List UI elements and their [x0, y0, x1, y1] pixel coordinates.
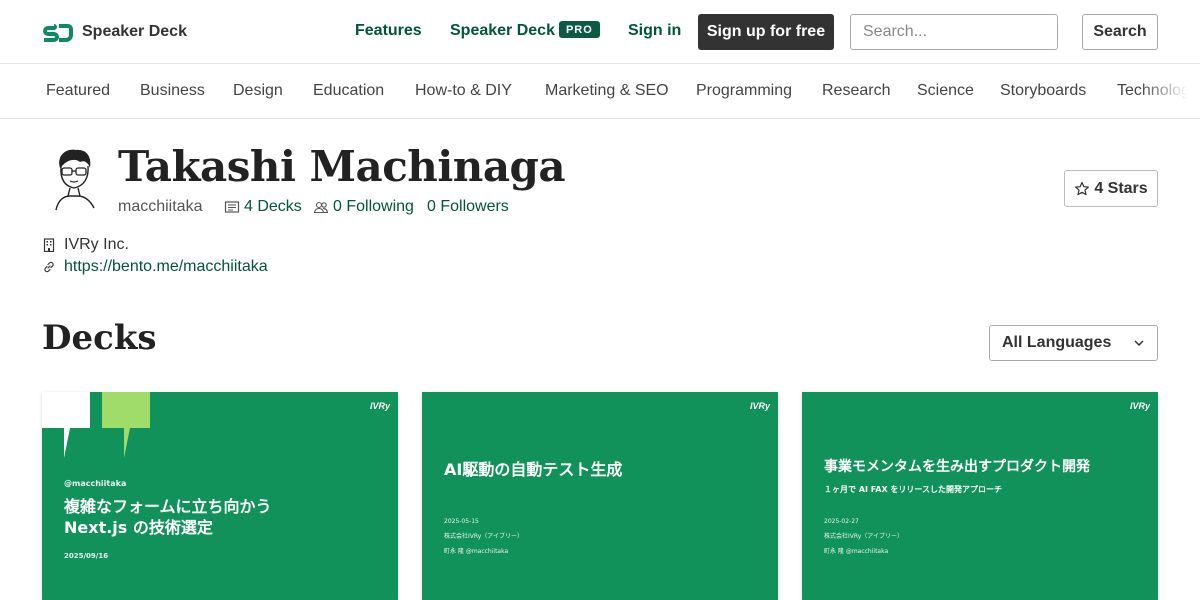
category-programming[interactable]: Programming: [696, 82, 792, 100]
website-link[interactable]: https://bento.me/macchiitaka: [64, 258, 268, 276]
people-icon: [313, 201, 329, 214]
card-author: 町永 隆 @macchiitaka: [444, 548, 509, 555]
category-education[interactable]: Education: [313, 82, 384, 100]
following-link[interactable]: 0 Following: [313, 198, 414, 216]
stars-count: 4 Stars: [1094, 179, 1148, 197]
profile-name: Takashi Machinaga: [118, 142, 566, 191]
category-bar: Featured Business Design Education How-t…: [0, 65, 1200, 119]
category-how-to-diy[interactable]: How-to & DIY: [415, 82, 512, 100]
decks-count-link[interactable]: 4 Decks: [224, 198, 302, 216]
card-brand-logo: IVRy: [369, 401, 390, 411]
following-count: 0 Following: [333, 198, 414, 215]
language-select[interactable]: All Languages: [989, 325, 1158, 361]
category-science[interactable]: Science: [917, 82, 974, 100]
card-title: AI駆動の自動テスト生成: [444, 460, 623, 479]
slides-icon: [224, 201, 240, 213]
deck-card[interactable]: IVRy 事業モメンタムを生み出すプロダクト開発 １ヶ月で AI FAX をリリ…: [802, 392, 1158, 600]
company-name: IVRy Inc.: [64, 236, 129, 253]
decks-count: 4 Decks: [244, 198, 302, 215]
category-design[interactable]: Design: [233, 82, 283, 100]
building-icon: [43, 238, 55, 252]
site-header: Speaker Deck Features Speaker Deck PRO Si…: [0, 0, 1200, 64]
nav-features[interactable]: Features: [355, 22, 422, 40]
logo-text: Speaker Deck: [82, 23, 187, 40]
category-storyboards[interactable]: Storyboards: [1000, 82, 1086, 100]
company-row: IVRy Inc.: [42, 236, 129, 254]
site-logo[interactable]: Speaker Deck: [42, 21, 187, 43]
stars-button[interactable]: 4 Stars: [1064, 170, 1158, 207]
card-company: 株式会社IVRy（アイブリー）: [444, 533, 523, 540]
card-title: 事業モメンタムを生み出すプロダクト開発: [824, 459, 1090, 475]
deck-card[interactable]: IVRy @macchiitaka 複雑なフォームに立ち向かう Next.js …: [42, 392, 398, 600]
category-research[interactable]: Research: [822, 82, 890, 100]
search-button[interactable]: Search: [1082, 14, 1158, 50]
search-input[interactable]: [850, 14, 1058, 50]
pro-badge: PRO: [558, 21, 600, 38]
card-title-line2: Next.js の技術選定: [64, 518, 213, 537]
category-featured[interactable]: Featured: [46, 82, 110, 100]
card-author: @macchiitaka: [64, 479, 127, 488]
website-row: https://bento.me/macchiitaka: [42, 258, 268, 276]
card-date: 2025-02-27: [824, 518, 859, 525]
star-icon: [1075, 181, 1090, 195]
decks-heading: Decks: [42, 318, 157, 358]
category-fade: [1140, 65, 1200, 118]
sign-in-link[interactable]: Sign in: [628, 22, 681, 40]
card-date: 2025/09/16: [64, 552, 109, 560]
nav-speakerdeck-pro[interactable]: Speaker Deck PRO: [450, 21, 600, 40]
language-select-value: All Languages: [1002, 334, 1112, 351]
sign-up-button[interactable]: Sign up for free: [698, 14, 834, 50]
card-author: 町永 隆 @macchiitaka: [824, 548, 889, 555]
category-marketing-seo[interactable]: Marketing & SEO: [545, 82, 669, 100]
card-date: 2025-05-15: [444, 518, 479, 525]
card-subtitle: １ヶ月で AI FAX をリリースした開発アプローチ: [824, 485, 1003, 494]
link-icon: [44, 261, 54, 273]
card-brand-logo: IVRy: [749, 401, 770, 411]
chevron-down-icon: [1134, 340, 1144, 347]
profile-username: macchiitaka: [118, 198, 203, 215]
card-company: 株式会社IVRy（アイブリー）: [824, 533, 903, 540]
avatar[interactable]: [42, 140, 106, 212]
category-business[interactable]: Business: [140, 82, 205, 100]
followers-link[interactable]: 0 Followers: [427, 198, 509, 216]
followers-count: 0 Followers: [427, 198, 509, 215]
card-shapes: [42, 392, 150, 458]
card-brand-logo: IVRy: [1129, 401, 1150, 411]
deck-card[interactable]: IVRy AI駆動の自動テスト生成 2025-05-15 株式会社IVRy（アイ…: [422, 392, 778, 600]
nav-pro-label: Speaker Deck: [450, 22, 555, 39]
speakerdeck-logo-icon: [43, 24, 73, 42]
